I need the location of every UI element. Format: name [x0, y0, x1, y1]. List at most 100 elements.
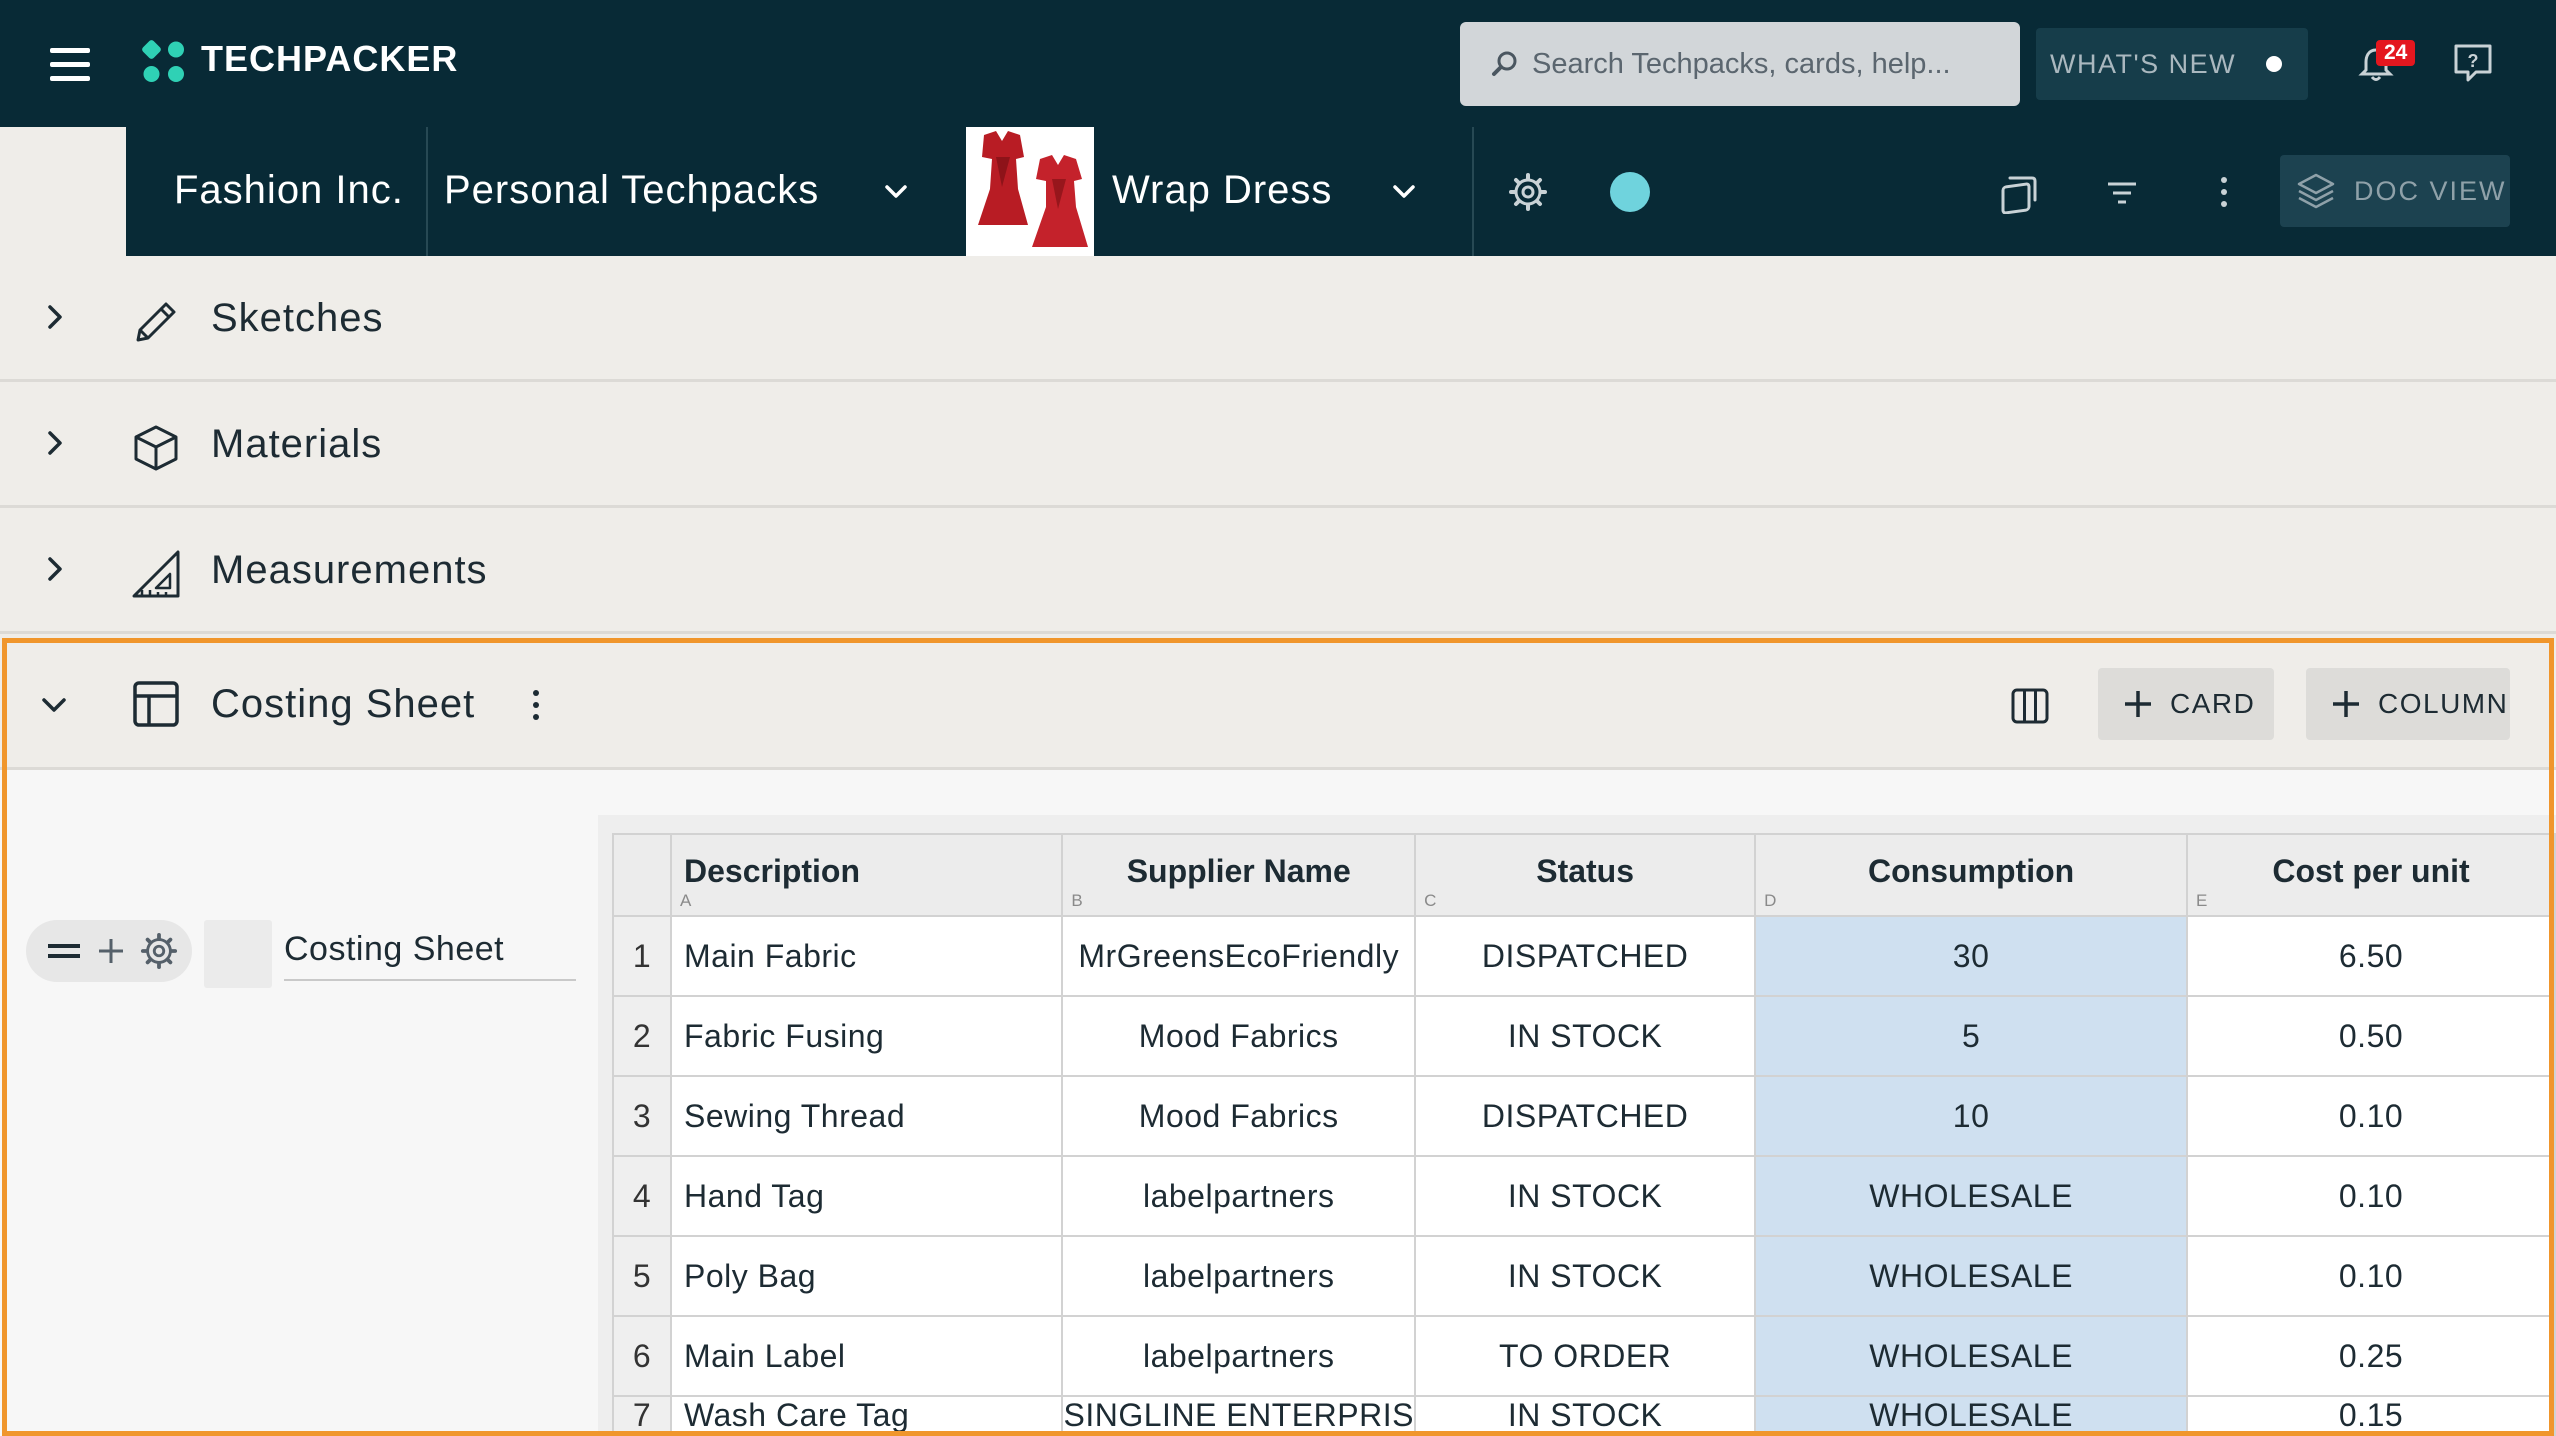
whats-new-button[interactable]: WHAT'S NEW	[2036, 28, 2308, 100]
description-cell[interactable]: Poly Bag	[669, 1235, 1064, 1317]
status-indicator[interactable]	[1610, 172, 1650, 212]
description-cell[interactable]: Wash Care Tag	[669, 1395, 1064, 1436]
column-header-supplier-name[interactable]: Supplier Name B	[1061, 833, 1417, 917]
expand-chevron-right-icon[interactable]	[40, 554, 70, 584]
search-input[interactable]	[1530, 46, 2004, 82]
costing-table[interactable]: Description A Supplier Name B Status C C…	[612, 833, 2556, 1436]
supplier-cell[interactable]: labelpartners	[1061, 1315, 1417, 1397]
table-row[interactable]: 2 Fabric Fusing Mood Fabrics IN STOCK 5 …	[612, 995, 2556, 1077]
add-card-button[interactable]: CARD	[2098, 668, 2274, 740]
set-square-ruler-icon	[132, 550, 180, 598]
description-cell[interactable]: Hand Tag	[669, 1155, 1064, 1237]
consumption-cell[interactable]: WHOLESALE	[1754, 1155, 2189, 1237]
whats-new-indicator	[2266, 56, 2283, 72]
status-cell[interactable]: IN STOCK	[1414, 995, 1757, 1077]
corner-cell[interactable]	[612, 833, 672, 917]
product-name[interactable]: Wrap Dress	[1112, 168, 1332, 213]
help-chat-icon[interactable]: ?	[2452, 42, 2494, 84]
techpacker-logo-icon	[142, 40, 184, 82]
supplier-cell[interactable]: labelpartners	[1061, 1155, 1417, 1237]
top-bar: TECHPACKER WHAT'S NEW 24 ?	[0, 0, 2556, 127]
description-cell[interactable]: Main Label	[669, 1315, 1064, 1397]
section-sketches[interactable]: Sketches	[0, 256, 2556, 382]
sheet-name-field[interactable]: Costing Sheet	[284, 930, 576, 981]
supplier-cell[interactable]: Mood Fabrics	[1061, 995, 1417, 1077]
sheet-color-swatch[interactable]	[204, 920, 272, 988]
layout-table-icon	[133, 681, 179, 727]
consumption-cell[interactable]: 10	[1754, 1075, 2189, 1157]
global-search[interactable]	[1460, 22, 2020, 106]
cube-icon	[134, 425, 178, 471]
more-options-icon[interactable]	[2214, 174, 2234, 210]
add-column-button[interactable]: COLUMN	[2306, 668, 2510, 740]
cost-cell[interactable]: 0.10	[2186, 1235, 2556, 1317]
add-sheet-plus-icon[interactable]	[96, 936, 126, 966]
folder-chevron-down-icon[interactable]	[882, 178, 910, 206]
row-number: 1	[612, 915, 672, 997]
supplier-cell[interactable]: Mood Fabrics	[1061, 1075, 1417, 1157]
table-row[interactable]: 7 Wash Care Tag SINGLINE ENTERPRIS IN ST…	[612, 1395, 2556, 1436]
duplicate-icon[interactable]	[1998, 172, 2040, 214]
folder-selector[interactable]: Personal Techpacks	[444, 168, 819, 213]
collapse-chevron-down-icon[interactable]	[38, 690, 70, 720]
consumption-cell[interactable]: WHOLESALE	[1754, 1395, 2189, 1436]
description-cell[interactable]: Main Fabric	[669, 915, 1064, 997]
doc-view-button[interactable]: DOC VIEW	[2280, 155, 2510, 227]
costing-table-container[interactable]: Description A Supplier Name B Status C C…	[598, 815, 2556, 1436]
section-materials[interactable]: Materials	[0, 382, 2556, 508]
table-row[interactable]: 6 Main Label labelpartners TO ORDER WHOL…	[612, 1315, 2556, 1397]
status-cell[interactable]: IN STOCK	[1414, 1235, 1757, 1317]
status-cell[interactable]: TO ORDER	[1414, 1315, 1757, 1397]
supplier-cell[interactable]: SINGLINE ENTERPRIS	[1061, 1395, 1417, 1436]
expand-chevron-right-icon[interactable]	[40, 428, 70, 458]
consumption-cell[interactable]: WHOLESALE	[1754, 1235, 2189, 1317]
filter-icon[interactable]	[2104, 178, 2140, 208]
expand-chevron-right-icon[interactable]	[40, 302, 70, 332]
status-cell[interactable]: DISPATCHED	[1414, 915, 1757, 997]
row-number: 5	[612, 1235, 672, 1317]
column-header-cost-per-unit[interactable]: Cost per unit E	[2186, 833, 2556, 917]
cost-cell[interactable]: 0.50	[2186, 995, 2556, 1077]
column-letter: E	[2196, 891, 2208, 910]
consumption-cell[interactable]: WHOLESALE	[1754, 1315, 2189, 1397]
table-row[interactable]: 1 Main Fabric MrGreensEcoFriendly DISPAT…	[612, 915, 2556, 997]
column-letter: C	[1424, 891, 1437, 910]
cost-cell[interactable]: 0.10	[2186, 1075, 2556, 1157]
drag-handle-icon[interactable]	[46, 938, 82, 964]
supplier-cell[interactable]: labelpartners	[1061, 1235, 1417, 1317]
cost-cell[interactable]: 0.25	[2186, 1315, 2556, 1397]
description-cell[interactable]: Sewing Thread	[669, 1075, 1064, 1157]
status-cell[interactable]: IN STOCK	[1414, 1395, 1757, 1436]
add-card-label: CARD	[2170, 688, 2256, 719]
table-row[interactable]: 4 Hand Tag labelpartners IN STOCK WHOLES…	[612, 1155, 2556, 1237]
column-header-consumption[interactable]: Consumption D	[1754, 833, 2189, 917]
search-icon	[1492, 51, 1517, 76]
table-row[interactable]: 3 Sewing Thread Mood Fabrics DISPATCHED …	[612, 1075, 2556, 1157]
cost-cell[interactable]: 0.15	[2186, 1395, 2556, 1436]
sheet-controls	[26, 920, 192, 982]
brand-name: TECHPACKER	[201, 38, 459, 79]
settings-gear-icon[interactable]	[1508, 172, 1548, 212]
product-chevron-down-icon[interactable]	[1390, 178, 1418, 206]
section-measurements[interactable]: Measurements	[0, 508, 2556, 634]
company-name[interactable]: Fashion Inc.	[174, 168, 404, 213]
table-row[interactable]: 5 Poly Bag labelpartners IN STOCK WHOLES…	[612, 1235, 2556, 1317]
column-header-status[interactable]: Status C	[1414, 833, 1757, 917]
hamburger-menu-icon[interactable]	[50, 36, 110, 92]
columns-view-icon[interactable]	[2010, 686, 2050, 726]
consumption-cell[interactable]: 30	[1754, 915, 2189, 997]
sheet-settings-gear-icon[interactable]	[140, 932, 178, 970]
description-cell[interactable]: Fabric Fusing	[669, 995, 1064, 1077]
status-cell[interactable]: DISPATCHED	[1414, 1075, 1757, 1157]
section-more-options-icon[interactable]	[526, 688, 546, 722]
column-letter: B	[1071, 891, 1083, 910]
cost-cell[interactable]: 0.10	[2186, 1155, 2556, 1237]
supplier-cell[interactable]: MrGreensEcoFriendly	[1061, 915, 1417, 997]
status-cell[interactable]: IN STOCK	[1414, 1155, 1757, 1237]
row-number: 7	[612, 1395, 672, 1436]
notification-count-badge: 24	[2376, 40, 2416, 66]
consumption-cell[interactable]: 5	[1754, 995, 2189, 1077]
column-header-description[interactable]: Description A	[669, 833, 1064, 917]
product-thumbnail[interactable]	[966, 127, 1094, 256]
cost-cell[interactable]: 6.50	[2186, 915, 2556, 997]
